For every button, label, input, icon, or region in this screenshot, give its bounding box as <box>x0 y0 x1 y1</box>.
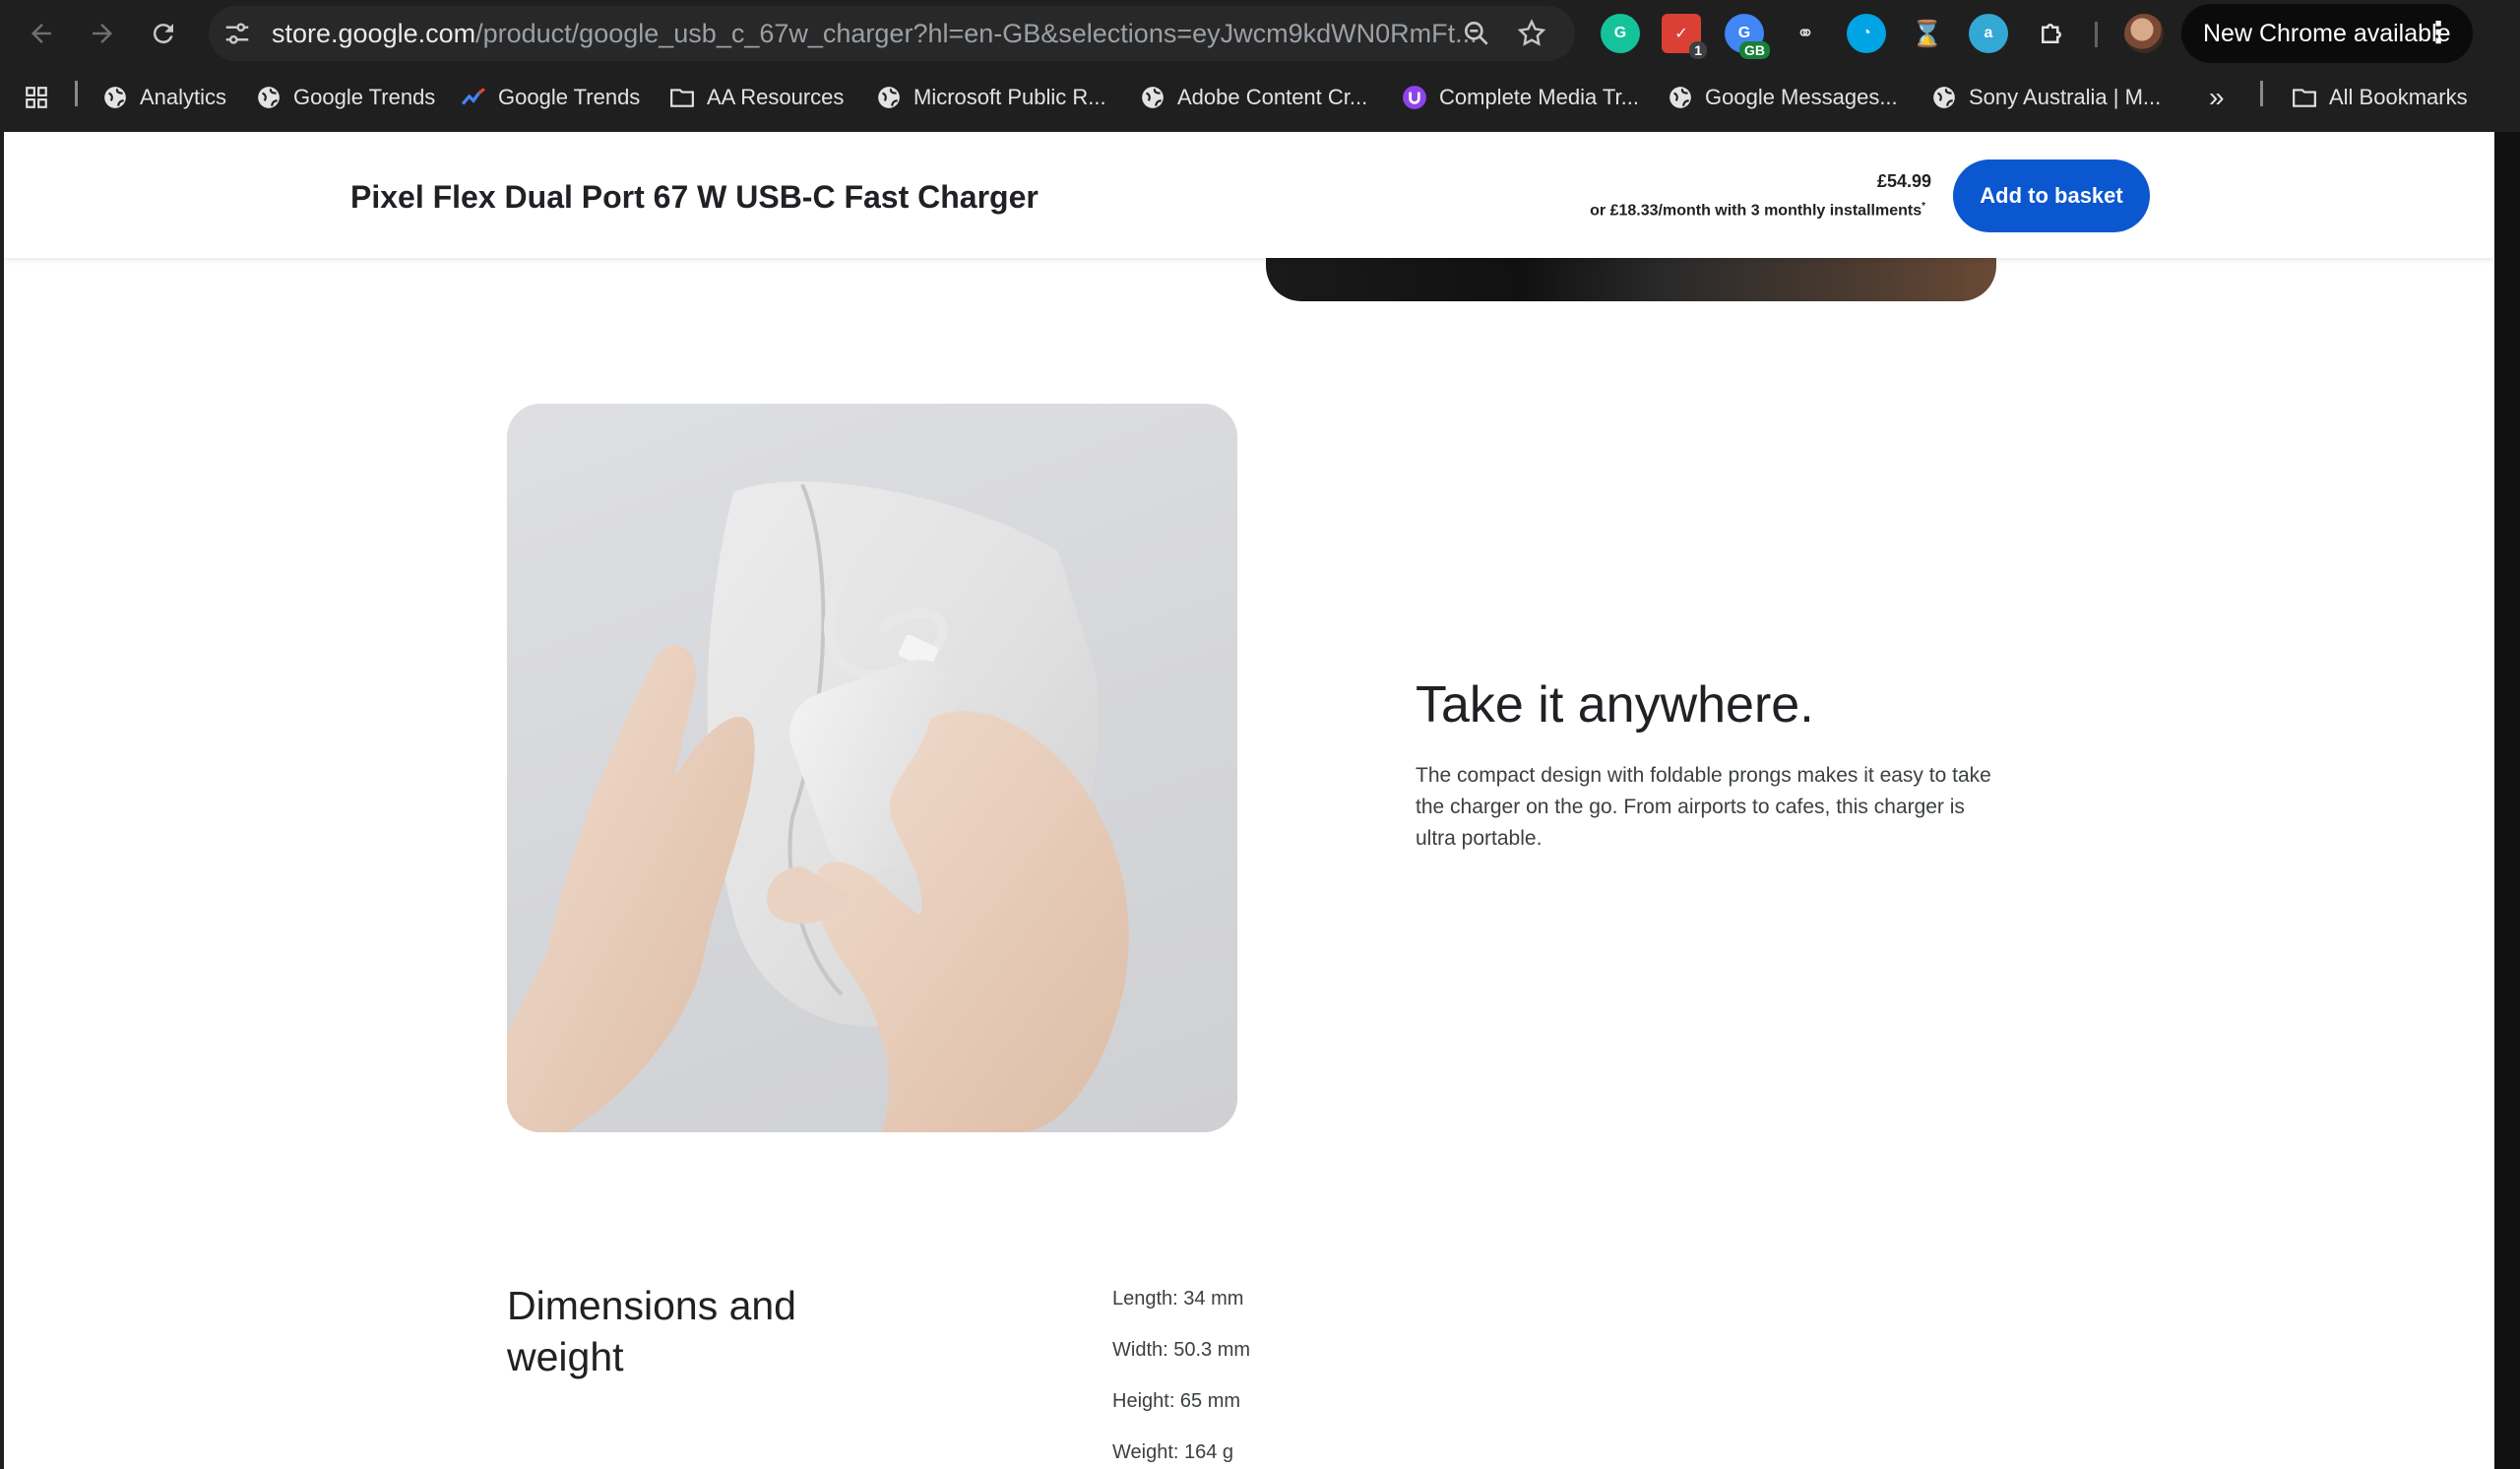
bookmark-label: Google Trends <box>293 85 436 109</box>
chevron-double-right-icon: » <box>2209 82 2225 112</box>
amazon-icon: a <box>1984 25 1993 41</box>
product-price: £54.99 <box>1876 171 1931 191</box>
bookmark-google-trends-1[interactable]: Google Trends <box>256 67 435 128</box>
spec-length: Length: 34 mm <box>1112 1288 1244 1309</box>
reload-button[interactable] <box>142 12 185 55</box>
installment-text: or £18.33/month with 3 monthly installme… <box>1590 201 1925 220</box>
arrow-left-icon <box>32 24 51 43</box>
hourglass-icon: ⌛ <box>1911 18 1944 48</box>
all-bookmarks-button[interactable]: All Bookmarks <box>2292 67 2468 128</box>
url-text[interactable]: store.google.com/product/google_usb_c_67… <box>272 6 1478 61</box>
globe-icon <box>1668 85 1693 110</box>
translate-badge: GB <box>1739 41 1770 59</box>
bookmark-analytics[interactable]: Analytics <box>102 67 226 128</box>
apps-grid-icon <box>26 87 47 108</box>
amazon-assistant-extension[interactable]: a <box>1969 14 2008 53</box>
globe-icon <box>102 85 128 110</box>
forward-button[interactable] <box>81 12 124 55</box>
bookmark-aa-resources[interactable]: AA Resources <box>669 67 844 128</box>
semrush-icon: ◔ <box>1861 25 1871 41</box>
puzzle-icon <box>2042 24 2061 43</box>
product-photo <box>507 404 1237 1132</box>
link-icon: ⚭ <box>1796 21 1815 45</box>
installment-value: or £18.33/month with 3 monthly installme… <box>1590 202 1922 220</box>
charger-in-pouch-illustration <box>507 480 1129 1132</box>
back-button[interactable] <box>20 12 63 55</box>
sticky-product-bar: Pixel Flex Dual Port 67 W USB-C Fast Cha… <box>4 132 2494 258</box>
apps-button[interactable] <box>24 67 49 128</box>
todoist-extension[interactable]: ✓ 1 <box>1662 14 1707 59</box>
spec-width: Width: 50.3 mm <box>1112 1339 1251 1361</box>
bookmark-label: Sony Australia | M... <box>1969 85 2162 109</box>
dimensions-heading: Dimensions and weight <box>507 1283 796 1379</box>
translate-icon: G <box>1737 25 1751 41</box>
new-chrome-available-button[interactable]: New Chrome available ⋮ <box>2181 4 2473 63</box>
bookmarks-divider <box>2260 81 2263 106</box>
url-host: store.google.com <box>272 19 476 48</box>
folder-icon <box>669 85 695 110</box>
timer-extension[interactable]: ⌛ <box>1908 14 1947 53</box>
bookmark-label: Microsoft Public R... <box>914 85 1106 109</box>
add-to-basket-button[interactable]: Add to basket <box>1953 160 2150 232</box>
bookmarks-bar: Analytics Google Trends Google Trends AA… <box>0 67 2520 128</box>
u-icon <box>1402 85 1427 110</box>
address-bar[interactable]: store.google.com/product/google_usb_c_67… <box>209 6 1575 61</box>
bookmark-sony-australia[interactable]: Sony Australia | M... <box>1931 67 2161 128</box>
bookmark-label: Google Messages... <box>1705 85 1898 109</box>
todoist-badge: 1 <box>1689 41 1707 59</box>
bookmark-adobe-content[interactable]: Adobe Content Cr... <box>1140 67 1367 128</box>
url-path: /product/google_usb_c_67w_charger?hl=en-… <box>475 19 1478 48</box>
bookmark-label: AA Resources <box>707 85 845 109</box>
window-edge <box>2494 132 2520 1469</box>
spec-weight: Weight: 164 g <box>1112 1441 1234 1463</box>
bookmark-star-icon[interactable] <box>1516 18 1547 49</box>
bookmark-google-messages[interactable]: Google Messages... <box>1668 67 1898 128</box>
feature-heading: Take it anywhere. <box>1416 676 1814 734</box>
more-menu-icon[interactable]: ⋮ <box>2424 4 2453 63</box>
bookmark-microsoft-public[interactable]: Microsoft Public R... <box>876 67 1106 128</box>
globe-icon <box>1931 85 1957 110</box>
link-extension[interactable]: ⚭ <box>1786 14 1825 53</box>
folder-icon <box>2292 85 2317 110</box>
extensions-button[interactable] <box>2032 14 2071 53</box>
site-info-icon[interactable] <box>222 19 252 48</box>
bookmark-label: Analytics <box>140 85 227 109</box>
translate-extension[interactable]: G GB <box>1725 14 1770 59</box>
more-bookmarks-button[interactable]: » <box>2209 67 2225 128</box>
trends-icon <box>461 85 486 110</box>
grammarly-icon: G <box>1613 25 1627 41</box>
bookmarks-divider <box>75 81 78 106</box>
bookmark-google-trends-2[interactable]: Google Trends <box>461 67 640 128</box>
reload-icon <box>153 24 173 44</box>
globe-icon <box>876 85 902 110</box>
spec-height: Height: 65 mm <box>1112 1390 1241 1412</box>
bookmark-complete-media[interactable]: Complete Media Tr... <box>1402 67 1639 128</box>
bookmark-label: Complete Media Tr... <box>1439 85 1639 109</box>
profile-avatar[interactable] <box>2124 14 2164 53</box>
installment-footnote-mark[interactable]: * <box>1922 201 1925 212</box>
todoist-icon: ✓ <box>1674 26 1688 42</box>
update-label: New Chrome available <box>2203 20 2451 47</box>
all-bookmarks-label: All Bookmarks <box>2329 85 2468 109</box>
bookmark-label: Google Trends <box>498 85 641 109</box>
product-title: Pixel Flex Dual Port 67 W USB-C Fast Cha… <box>350 179 1039 215</box>
bookmark-label: Adobe Content Cr... <box>1177 85 1368 109</box>
grammarly-extension[interactable]: G <box>1601 14 1640 53</box>
semrush-extension[interactable]: ◔ <box>1847 14 1886 53</box>
browser-toolbar: store.google.com/product/google_usb_c_67… <box>0 0 2520 67</box>
globe-icon <box>1140 85 1166 110</box>
zoom-icon[interactable] <box>1461 18 1492 49</box>
arrow-right-icon <box>93 24 112 43</box>
toolbar-divider <box>2095 22 2098 47</box>
globe-icon <box>256 85 282 110</box>
page-viewport: Pixel Flex Dual Port 67 W USB-C Fast Cha… <box>4 132 2494 1469</box>
feature-description: The compact design with foldable prongs … <box>1416 764 1991 850</box>
